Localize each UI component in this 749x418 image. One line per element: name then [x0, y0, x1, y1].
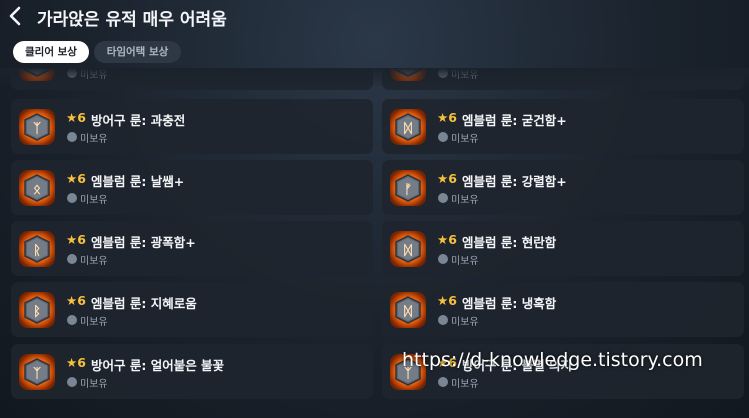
svg-text:ᛉ: ᛉ [33, 122, 41, 137]
reward-card[interactable]: ᛟ ★6 엠블럼 룬: 날쌤+ 미보유 [11, 160, 373, 215]
reward-card[interactable]: ᛉ ★6 방어구 룬: 얼어붙은 불꽃미보유 [11, 344, 373, 399]
rune-icon: ᚱ [18, 229, 56, 269]
rune-icon: ᛞ [389, 107, 427, 147]
owned-status: 미보유 [80, 70, 108, 81]
header: 가라앉은 유적 매우 어려움 [0, 0, 749, 34]
rune-icon: ᛟ [18, 168, 56, 208]
owned-status-icon [438, 254, 448, 264]
svg-text:ᛞ: ᛞ [404, 68, 412, 73]
owned-status: 미보유 [451, 379, 479, 390]
reward-name: 방어구 룬: 얼어붙은 불꽃 [91, 358, 225, 373]
grade-star: ★6 [66, 232, 86, 247]
tab-time-attack-reward[interactable]: 타임어택 보상 [94, 41, 181, 63]
reward-name: 엠블럼 룬: 날쌤+ [91, 174, 185, 189]
svg-text:ᚱ: ᚱ [33, 244, 41, 259]
reward-card[interactable]: ᛉ★6미보유 [11, 68, 373, 90]
watermark: https://d-knowledge.tistory.com [402, 349, 703, 371]
owned-status-icon [67, 132, 77, 142]
owned-status: 미보유 [451, 195, 479, 206]
rune-icon: ᛞ [389, 229, 427, 269]
reward-name: 엠블럼 룬: 냉혹함 [462, 296, 557, 311]
grade-star: ★6 [66, 355, 86, 370]
svg-text:ᛟ: ᛟ [33, 183, 41, 198]
svg-text:ᛉ: ᛉ [33, 367, 41, 382]
grade-star: ★6 [66, 171, 86, 186]
svg-text:ᛒ: ᛒ [33, 305, 41, 320]
tab-clear-reward[interactable]: 클리어 보상 [13, 41, 89, 63]
svg-text:ᛞ: ᛞ [404, 305, 412, 320]
svg-text:ᛞ: ᛞ [404, 122, 412, 137]
owned-status-icon [67, 193, 77, 203]
owned-status: 미보유 [80, 379, 108, 390]
grade-star: ★6 [437, 171, 457, 186]
owned-status-icon [67, 315, 77, 325]
owned-status: 미보유 [451, 256, 479, 267]
reward-name: 엠블럼 룬: 굳건함+ [462, 113, 567, 128]
page-title: 가라앉은 유적 매우 어려움 [37, 10, 227, 30]
rune-icon: ᛞ [389, 68, 427, 83]
back-icon[interactable] [8, 6, 24, 26]
reward-card[interactable]: ᛞ ★6 엠블럼 룬: 굳건함+ 미보유 [382, 99, 744, 154]
grade-star: ★6 [66, 110, 86, 125]
owned-status: 미보유 [451, 70, 479, 81]
svg-text:ᛉ: ᛉ [33, 68, 41, 73]
grade-star: ★6 [437, 293, 457, 308]
reward-card[interactable]: ᛉ ★6 방어구 룬: 과충전미보유 [11, 99, 373, 154]
owned-status-icon [438, 377, 448, 387]
owned-status-icon [438, 132, 448, 142]
reward-name: 엠블럼 룬: 광폭함+ [91, 235, 196, 250]
owned-status-icon [438, 315, 448, 325]
reward-name: 엠블럼 룬: 현란함 [462, 235, 557, 250]
grade-star: ★6 [66, 293, 86, 308]
rune-icon: ᛞ [389, 290, 427, 330]
rune-icon: ᛉ [18, 352, 56, 392]
reward-card[interactable]: ᚱ ★6 엠블럼 룬: 광폭함+ 미보유 [11, 221, 373, 276]
grade-star: ★6 [437, 232, 457, 247]
owned-status-icon [67, 377, 77, 387]
reward-name: 엠블럼 룬: 강렬함+ [462, 174, 567, 189]
owned-status-icon [438, 68, 448, 78]
reward-card[interactable]: ᛞ ★6 엠블럼 룬: 냉혹함미보유 [382, 282, 744, 337]
reward-name: 엠블럼 룬: 지혜로움 [91, 296, 197, 311]
owned-status: 미보유 [80, 195, 108, 206]
owned-status-icon [67, 254, 77, 264]
svg-text:ᛞ: ᛞ [404, 244, 412, 259]
owned-status-icon [438, 193, 448, 203]
owned-status-icon [67, 68, 77, 78]
rune-icon: ᛒ [18, 290, 56, 330]
owned-status: 미보유 [80, 317, 108, 328]
grade-star: ★6 [437, 110, 457, 125]
reward-card[interactable]: ᚠ ★6 엠블럼 룬: 강렬함+ 미보유 [382, 160, 744, 215]
svg-text:ᚠ: ᚠ [404, 183, 412, 198]
reward-card[interactable]: ᛒ ★6 엠블럼 룬: 지혜로움미보유 [11, 282, 373, 337]
owned-status: 미보유 [80, 134, 108, 145]
reward-name: 방어구 룬: 과충전 [91, 113, 186, 128]
owned-status: 미보유 [80, 256, 108, 267]
rune-icon: ᛉ [18, 107, 56, 147]
reward-card[interactable]: ᛞ ★6 엠블럼 룬: 현란함미보유 [382, 221, 744, 276]
rune-icon: ᚠ [389, 168, 427, 208]
reward-card[interactable]: ᛞ★6미보유 [382, 68, 744, 90]
rune-icon: ᛉ [18, 68, 56, 83]
owned-status: 미보유 [451, 317, 479, 328]
owned-status: 미보유 [451, 134, 479, 145]
